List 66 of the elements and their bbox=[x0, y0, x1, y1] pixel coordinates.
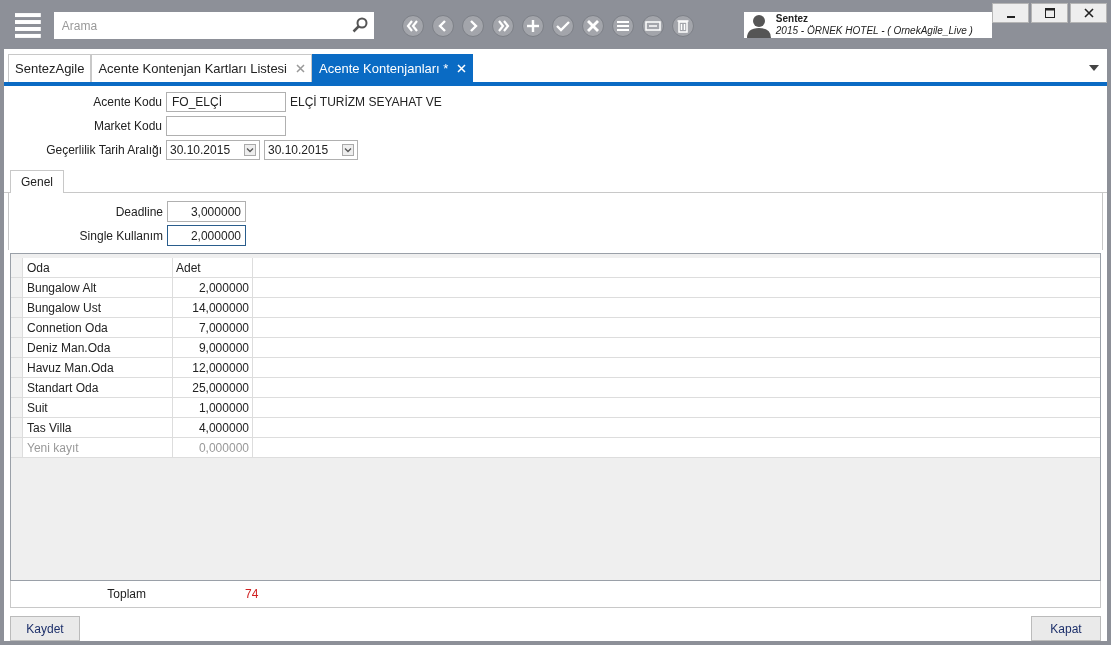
field-label: Acente Kodu bbox=[92, 95, 162, 109]
close-button[interactable] bbox=[1070, 3, 1107, 23]
close-icon[interactable] bbox=[296, 64, 305, 73]
table-cell: 25,000000 bbox=[173, 378, 253, 397]
first-icon[interactable] bbox=[401, 15, 424, 37]
close-icon bbox=[1083, 8, 1094, 18]
user-name: Sentez bbox=[775, 13, 810, 25]
table-cell: 12,000000 bbox=[173, 358, 253, 377]
close-button[interactable]: Kapat bbox=[1031, 616, 1101, 641]
menu-icon[interactable] bbox=[15, 12, 41, 38]
table-cell: Havuz Man.Oda bbox=[23, 358, 173, 377]
agency-code-field[interactable]: FO_ELÇİ bbox=[166, 92, 286, 112]
number-field[interactable]: 2,000000 bbox=[167, 225, 246, 246]
list-icon[interactable] bbox=[611, 15, 634, 37]
document-tab[interactable]: SentezAgile bbox=[8, 54, 92, 82]
next-icon[interactable] bbox=[461, 15, 484, 37]
table-cell: 14,000000 bbox=[173, 298, 253, 317]
end-date-picker[interactable]: 30.10.2015 bbox=[264, 140, 358, 160]
table-cell: 2,000000 bbox=[173, 278, 253, 297]
total-value: 74 bbox=[245, 587, 259, 601]
search-field[interactable]: Arama bbox=[53, 12, 374, 39]
keyboard-icon[interactable] bbox=[641, 15, 664, 37]
table-cell: Bungalow Alt bbox=[23, 278, 173, 297]
table-cell: 0,000000 bbox=[173, 438, 253, 457]
field-label: Deadline bbox=[114, 204, 163, 219]
minimize-icon bbox=[1006, 15, 1015, 18]
document-tab[interactable]: Acente Kontenjanları * bbox=[312, 54, 474, 82]
column-header[interactable]: Oda bbox=[23, 258, 173, 277]
start-date-picker[interactable]: 30.10.2015 bbox=[166, 140, 260, 160]
field-label: Single Kullanım bbox=[78, 228, 163, 243]
confirm-icon[interactable] bbox=[551, 15, 574, 37]
market-code-field[interactable] bbox=[166, 116, 286, 136]
search-icon[interactable] bbox=[351, 17, 368, 33]
user-context: 2015 - ÖRNEK HOTEL - ( OrnekAgile_Live ) bbox=[775, 25, 973, 37]
document-tab[interactable]: Acente Kontenjan Kartları Listesi bbox=[91, 54, 312, 82]
previous-icon[interactable] bbox=[431, 15, 454, 37]
table-cell: 4,000000 bbox=[173, 418, 253, 437]
table-cell: Standart Oda bbox=[23, 378, 173, 397]
table-cell: Deniz Man.Oda bbox=[23, 338, 173, 357]
section-tab[interactable]: Genel bbox=[10, 170, 65, 193]
cancel-icon[interactable] bbox=[581, 15, 604, 37]
number-field[interactable]: 3,000000 bbox=[167, 201, 246, 222]
column-header[interactable]: Adet bbox=[173, 258, 253, 277]
table-cell: 7,000000 bbox=[173, 318, 253, 337]
table-cell: Suit bbox=[23, 398, 173, 417]
table-cell: Bungalow Ust bbox=[23, 298, 173, 317]
add-icon[interactable] bbox=[521, 15, 544, 37]
table-cell: 1,000000 bbox=[173, 398, 253, 417]
save-button[interactable]: Kaydet bbox=[10, 616, 80, 641]
user-silhouette-icon bbox=[746, 14, 771, 38]
field-label: Geçerlilik Tarih Aralığı bbox=[45, 143, 162, 157]
table-cell: Tas Villa bbox=[23, 418, 173, 437]
dropdown-arrow-icon[interactable] bbox=[1089, 65, 1099, 71]
table-cell: 9,000000 bbox=[173, 338, 253, 357]
total-label: Toplam bbox=[106, 587, 146, 601]
dropdown-arrow-icon[interactable] bbox=[342, 144, 354, 156]
trash-icon[interactable] bbox=[671, 15, 694, 37]
agency-name: ELÇİ TURİZM SEYAHAT VE bbox=[290, 95, 442, 109]
minimize-button[interactable] bbox=[992, 3, 1029, 23]
last-icon[interactable] bbox=[491, 15, 514, 37]
maximize-button[interactable] bbox=[1031, 3, 1068, 23]
maximize-icon bbox=[1044, 8, 1055, 18]
field-label: Market Kodu bbox=[92, 119, 162, 133]
table-cell: Yeni kayıt bbox=[23, 438, 173, 457]
table-cell: Connetion Oda bbox=[23, 318, 173, 337]
dropdown-arrow-icon[interactable] bbox=[244, 144, 256, 156]
